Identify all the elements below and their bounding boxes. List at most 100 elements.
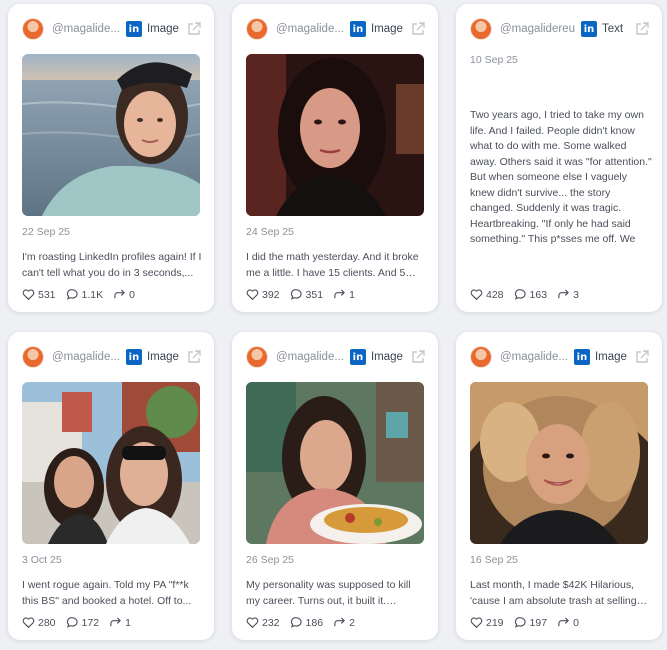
comments-count: 186 (305, 616, 324, 629)
linkedin-icon: in (580, 21, 597, 37)
post-type-label: Text (601, 23, 624, 35)
reposts-stat: 0 (113, 288, 135, 301)
card-header: @magalide... in Image (246, 16, 426, 42)
external-link-icon[interactable] (410, 21, 426, 37)
post-type-label: Image (146, 23, 179, 35)
card-header: @magalidereu in Text (470, 16, 650, 42)
post-caption: I went rogue again. Told my PA "f**k thi… (22, 579, 192, 607)
username[interactable]: @magalide... (276, 351, 344, 363)
card-header: @magalide... in Image (22, 16, 202, 42)
reposts-stat: 1 (333, 288, 355, 301)
comments-count: 197 (529, 616, 548, 629)
heart-icon (22, 617, 35, 629)
reposts-stat: 0 (557, 616, 579, 629)
likes-count: 232 (262, 616, 280, 629)
linkedin-icon: in (349, 21, 366, 37)
post-date: 16 Sep 25 (470, 554, 518, 566)
comment-icon (514, 617, 526, 628)
avatar (246, 18, 268, 40)
likes-stat: 219 (470, 616, 504, 629)
post-caption: I did the math yesterday. And it broke m… (246, 251, 419, 279)
post-image[interactable] (22, 382, 200, 544)
card-header: @magalide... in Image (246, 344, 426, 370)
username[interactable]: @magalide... (500, 351, 568, 363)
comment-icon (290, 617, 302, 628)
comment-icon (290, 289, 302, 300)
post-stats: 428 163 3 (470, 288, 589, 301)
likes-stat: 280 (22, 616, 56, 629)
avatar (470, 18, 492, 40)
comment-icon (66, 289, 78, 300)
reposts-stat: 1 (109, 616, 131, 629)
likes-count: 219 (486, 616, 504, 629)
post-date: 24 Sep 25 (246, 226, 294, 238)
post-grid: @magalide... in Image 22 Sep 25 I'm roas… (0, 0, 667, 650)
external-link-icon[interactable] (634, 349, 650, 365)
external-link-icon[interactable] (186, 349, 202, 365)
reposts-count: 3 (573, 288, 579, 301)
avatar (246, 346, 268, 368)
external-link-icon[interactable] (410, 349, 426, 365)
likes-count: 392 (262, 288, 280, 301)
post-card[interactable]: @magalide... in Image 26 Sep 25 My perso… (232, 332, 438, 640)
comment-icon (66, 617, 78, 628)
post-type-label: Image (594, 351, 627, 363)
heart-icon (246, 289, 259, 301)
linkedin-icon: in (125, 21, 142, 37)
post-caption: My personality was supposed to kill my c… (246, 579, 411, 607)
comments-count: 1.1K (81, 288, 104, 301)
comments-stat: 186 (290, 616, 324, 629)
post-card[interactable]: @magalide... in Image 22 Sep 25 I'm roas… (8, 4, 214, 312)
reposts-count: 1 (125, 616, 131, 629)
username[interactable]: @magalide... (52, 23, 120, 35)
post-stats: 219 197 0 (470, 616, 589, 629)
repost-icon (334, 289, 345, 299)
comments-count: 172 (81, 616, 100, 629)
post-text: Two years ago, I tried to take my own li… (470, 109, 652, 245)
username[interactable]: @magalide... (276, 23, 344, 35)
repost-icon (110, 617, 121, 627)
heart-icon (22, 289, 35, 301)
avatar (470, 346, 492, 368)
post-card[interactable]: @magalide... in Image 16 Sep 25 Last mon… (456, 332, 662, 640)
username[interactable]: @magalidereu (500, 23, 575, 35)
likes-count: 531 (38, 288, 56, 301)
heart-icon (246, 617, 259, 629)
post-image[interactable] (246, 382, 424, 544)
linkedin-icon: in (125, 349, 142, 365)
post-card[interactable]: @magalide... in Image 24 Sep 25 I did th… (232, 4, 438, 312)
comments-count: 163 (529, 288, 548, 301)
linkedin-icon: in (349, 349, 366, 365)
post-date: 22 Sep 25 (22, 226, 70, 238)
repost-icon (558, 289, 569, 299)
comments-stat: 163 (514, 288, 548, 301)
avatar (22, 346, 44, 368)
likes-stat: 392 (246, 288, 280, 301)
post-type-label: Image (370, 351, 403, 363)
likes-stat: 232 (246, 616, 280, 629)
reposts-stat: 2 (333, 616, 355, 629)
external-link-icon[interactable] (634, 21, 650, 37)
linkedin-icon: in (573, 349, 590, 365)
username[interactable]: @magalide... (52, 351, 120, 363)
post-image[interactable] (246, 54, 424, 216)
heart-icon (470, 289, 483, 301)
likes-count: 280 (38, 616, 56, 629)
post-date: 10 Sep 25 (470, 54, 518, 66)
post-card[interactable]: @magalide... in Image 3 Oct 25 I went ro… (8, 332, 214, 640)
post-stats: 392 351 1 (246, 288, 365, 301)
post-image[interactable] (22, 54, 200, 216)
post-image[interactable] (470, 382, 648, 544)
reposts-count: 2 (349, 616, 355, 629)
heart-icon (470, 617, 483, 629)
external-link-icon[interactable] (186, 21, 202, 37)
repost-icon (558, 617, 569, 627)
post-card[interactable]: @magalidereu in Text 10 Sep 25 Two years… (456, 4, 662, 312)
card-header: @magalide... in Image (470, 344, 650, 370)
post-stats: 232 186 2 (246, 616, 365, 629)
comments-stat: 197 (514, 616, 548, 629)
likes-stat: 531 (22, 288, 56, 301)
repost-icon (334, 617, 345, 627)
post-date: 26 Sep 25 (246, 554, 294, 566)
post-stats: 531 1.1K 0 (22, 288, 145, 301)
